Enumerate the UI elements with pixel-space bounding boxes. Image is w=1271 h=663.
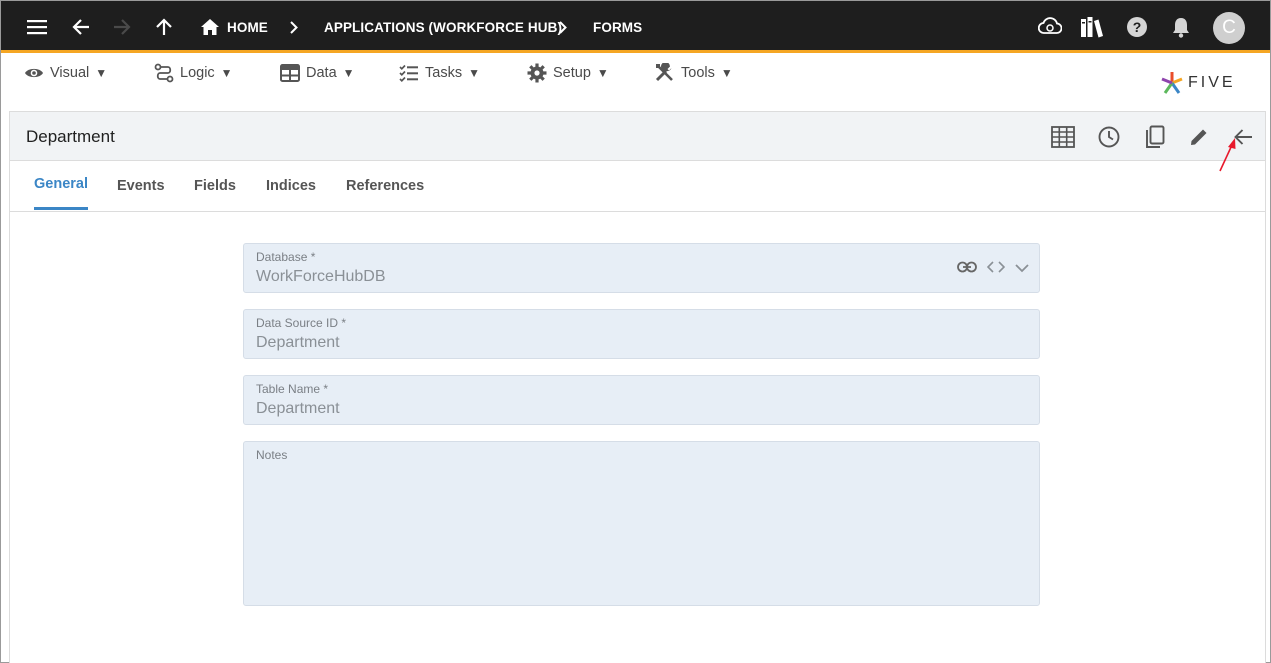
up-icon[interactable] <box>154 1 174 53</box>
menu-data[interactable]: Data ▼ <box>280 63 355 83</box>
chevron-down-icon[interactable] <box>1015 260 1029 278</box>
tab-references[interactable]: References <box>346 161 424 211</box>
history-icon[interactable] <box>1096 124 1122 150</box>
breadcrumb-forms[interactable]: FORMS <box>593 1 642 53</box>
tab-fields[interactable]: Fields <box>194 161 236 211</box>
gear-icon <box>527 63 547 83</box>
breadcrumb-label: HOME <box>227 19 268 35</box>
field-value: Department <box>256 334 340 351</box>
menu-label: Data <box>306 65 337 81</box>
cloud-icon[interactable] <box>1037 1 1063 53</box>
five-logo: FIVE <box>1160 71 1236 95</box>
menu-setup[interactable]: Setup ▼ <box>527 63 609 83</box>
grid-icon[interactable] <box>1050 124 1076 150</box>
dropdown-arrow-icon: ▼ <box>596 66 609 80</box>
copy-icon[interactable] <box>1142 124 1168 150</box>
panel-header: Department <box>10 112 1265 161</box>
menu-visual[interactable]: Visual ▼ <box>24 63 107 83</box>
eye-icon <box>25 68 43 78</box>
link-icon[interactable] <box>957 260 977 278</box>
menu-tools[interactable]: Tools ▼ <box>655 63 733 83</box>
menu-label: Tasks <box>425 65 463 81</box>
page-title: Department <box>26 127 115 146</box>
breadcrumb-label: FORMS <box>593 19 643 35</box>
tab-general[interactable]: General <box>34 161 88 210</box>
dropdown-arrow-icon: ▼ <box>720 66 733 80</box>
field-label: Notes <box>256 448 288 462</box>
avatar[interactable]: C <box>1213 12 1245 44</box>
table-name-field[interactable]: Table Name * Department <box>243 375 1040 425</box>
task-list-icon <box>399 64 418 82</box>
menu-label: Visual <box>50 65 90 81</box>
field-value: WorkForceHubDB <box>256 268 386 285</box>
chevron-right-icon <box>287 1 301 53</box>
back-icon[interactable] <box>70 1 92 53</box>
top-app-bar: HOME APPLICATIONS (WORKFORCE HUB) FORMS … <box>1 1 1270 53</box>
field-actions <box>957 260 1029 278</box>
forward-icon[interactable] <box>111 1 133 53</box>
tab-bar: General Events Fields Indices References <box>10 161 1265 212</box>
edit-icon[interactable] <box>1186 124 1212 150</box>
form-panel: Department General Events Fields Indices… <box>9 111 1266 663</box>
svg-text:?: ? <box>1133 19 1142 35</box>
breadcrumb-label: APPLICATIONS (WORKFORCE HUB) <box>324 19 563 35</box>
bell-icon[interactable] <box>1170 1 1192 53</box>
main-menu-bar: Visual ▼ Logic ▼ Data ▼ Tasks ▼ Setup ▼ … <box>1 56 1270 108</box>
field-label: Data Source ID * <box>256 316 347 330</box>
menu-icon[interactable] <box>25 1 49 53</box>
dropdown-arrow-icon: ▼ <box>468 66 480 80</box>
menu-label: Setup <box>553 65 591 81</box>
menu-label: Tools <box>681 65 715 81</box>
breadcrumb-applications[interactable]: APPLICATIONS (WORKFORCE HUB) <box>324 1 562 53</box>
field-label: Table Name * <box>256 382 329 396</box>
field-label: Database * <box>256 250 316 264</box>
database-field[interactable]: Database * WorkForceHubDB <box>243 243 1040 293</box>
tab-indices[interactable]: Indices <box>266 161 316 211</box>
field-value: Department <box>256 400 340 417</box>
annotation-arrow-icon <box>1217 136 1239 179</box>
tab-events[interactable]: Events <box>117 161 165 211</box>
dropdown-arrow-icon: ▼ <box>342 66 355 80</box>
notes-field[interactable]: Notes <box>243 441 1040 606</box>
dropdown-arrow-icon: ▼ <box>220 66 233 80</box>
chevron-right-icon <box>556 1 570 53</box>
dropdown-arrow-icon: ▼ <box>95 66 108 80</box>
menu-logic[interactable]: Logic ▼ <box>154 63 233 83</box>
help-icon[interactable]: ? <box>1125 1 1149 53</box>
books-icon[interactable] <box>1079 1 1105 53</box>
five-logo-mark-icon <box>1161 72 1183 94</box>
home-icon <box>201 19 219 35</box>
menu-label: Logic <box>180 65 215 81</box>
code-icon[interactable] <box>986 260 1006 278</box>
menu-tasks[interactable]: Tasks ▼ <box>399 63 480 83</box>
table-icon <box>280 64 300 82</box>
data-source-id-field[interactable]: Data Source ID * Department <box>243 309 1040 359</box>
breadcrumb-home[interactable]: HOME <box>201 1 268 53</box>
logic-flow-icon <box>154 63 174 83</box>
tools-icon <box>655 63 673 82</box>
logo-text: FIVE <box>1188 74 1236 91</box>
